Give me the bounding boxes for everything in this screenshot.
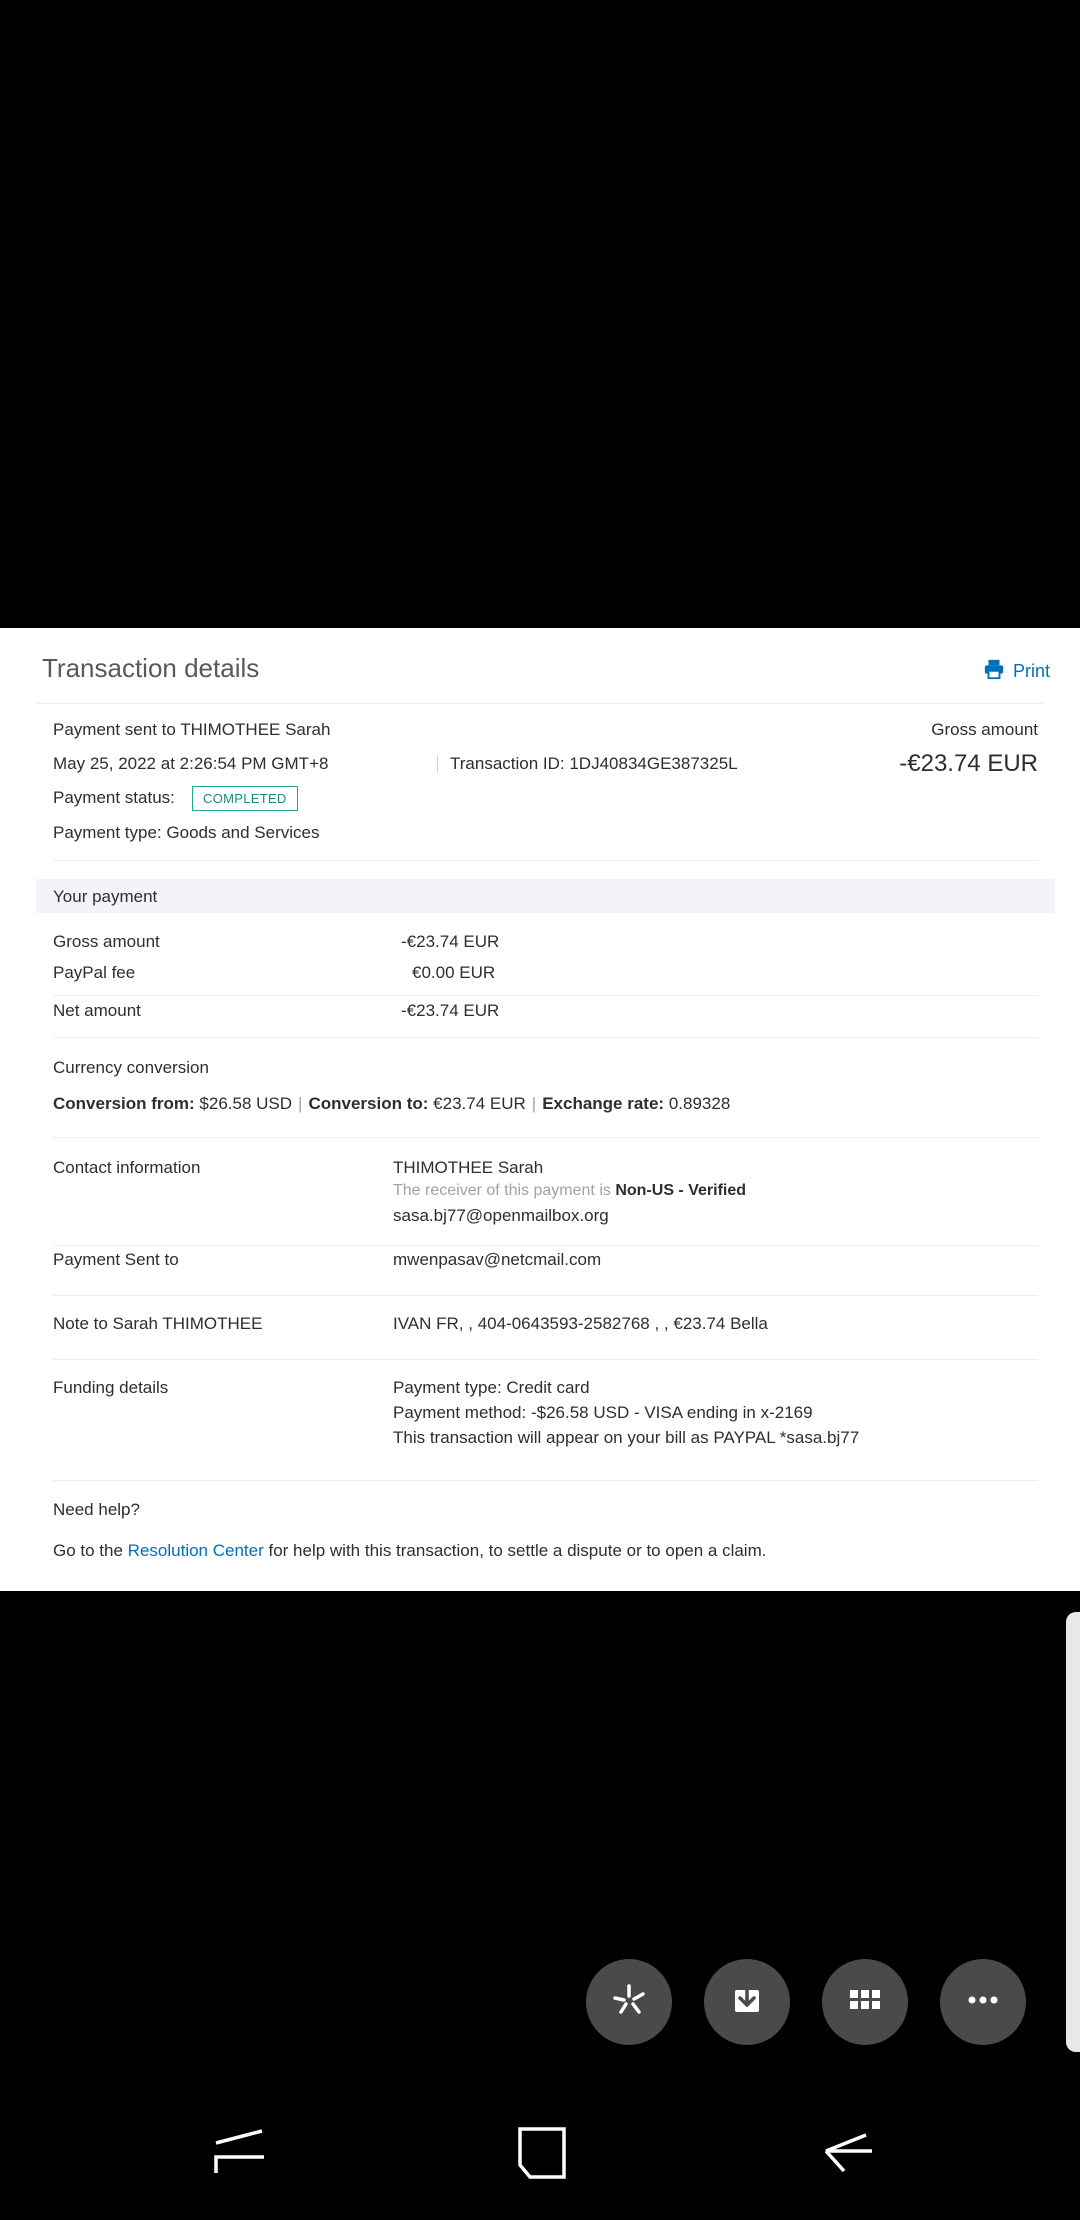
contact-email: sasa.bj77@openmailbox.org: [393, 1206, 609, 1225]
status-badge: COMPLETED: [192, 786, 298, 811]
conversion-from-value: $26.58 USD: [199, 1094, 293, 1113]
help-prefix: Go to the: [53, 1541, 123, 1560]
gross-amount-value: -€23.74 EUR: [899, 750, 1038, 777]
back-arrow-icon: [816, 2133, 876, 2189]
more-icon: [961, 1978, 1005, 2027]
funding-bill-descriptor: This transaction will appear on your bil…: [393, 1428, 860, 1447]
edge-panel-handle[interactable]: [1066, 1612, 1080, 2052]
back-button[interactable]: [816, 2115, 876, 2185]
more-button[interactable]: [940, 1959, 1026, 2045]
transaction-details-panel: Transaction details Print Payment sent t…: [0, 628, 1080, 1591]
home-button[interactable]: [510, 2115, 570, 2185]
funding-payment-method: Payment method: -$26.58 USD - VISA endin…: [393, 1403, 813, 1422]
contact-name: THIMOTHEE Sarah: [393, 1158, 544, 1177]
exchange-rate-label: Exchange rate:: [542, 1094, 665, 1113]
paypal-fee-label: PayPal fee: [53, 963, 136, 982]
payment-datetime: May 25, 2022 at 2:26:54 PM GMT+8: [53, 754, 329, 773]
note-label: Note to Sarah THIMOTHEE: [53, 1314, 263, 1333]
your-payment-heading: Your payment: [53, 887, 158, 906]
divider: [53, 1245, 1038, 1246]
home-icon: [510, 2127, 570, 2189]
contact-info-label: Contact information: [53, 1158, 201, 1177]
capture-button[interactable]: [586, 1959, 672, 2045]
funding-details-label: Funding details: [53, 1378, 169, 1397]
payment-status-label: Payment status:: [53, 788, 175, 807]
help-text: Go to the Resolution Center for help wit…: [53, 1541, 766, 1561]
recent-apps-button[interactable]: [210, 2115, 270, 2185]
help-suffix: for help with this transaction, to settl…: [268, 1541, 767, 1560]
need-help-heading: Need help?: [53, 1500, 140, 1519]
conversion-to-label: Conversion to:: [308, 1094, 429, 1113]
apps-button[interactable]: [822, 1959, 908, 2045]
net-amount-label: Net amount: [53, 1001, 141, 1020]
divider: [53, 860, 1038, 861]
header-divider: [36, 703, 1044, 704]
apps-grid-icon: [843, 1978, 887, 2027]
divider: [53, 1037, 1038, 1038]
verification-prefix: The receiver of this payment is: [393, 1182, 611, 1199]
gross-amount-label: Gross amount: [931, 720, 1038, 739]
save-button[interactable]: [704, 1959, 790, 2045]
your-payment-header: [36, 879, 1055, 913]
conversion-to-value: €23.74 EUR: [433, 1094, 526, 1113]
gross-amount-row-label: Gross amount: [53, 932, 160, 951]
note-value: IVAN FR, , 404-0643593-2582768 , , €23.7…: [393, 1314, 768, 1333]
recent-apps-icon: [210, 2129, 270, 2189]
exchange-rate-value: 0.89328: [668, 1094, 731, 1113]
currency-conversion-heading: Currency conversion: [53, 1058, 209, 1077]
payment-sent-to-label: Payment Sent to: [53, 1250, 179, 1269]
divider: [437, 755, 438, 773]
net-amount-value: -€23.74 EUR: [401, 1001, 500, 1020]
printer-icon: [983, 658, 1005, 685]
print-label: Print: [1012, 661, 1050, 681]
funding-payment-type: Payment type: Credit card: [393, 1378, 590, 1397]
gross-amount-row-value: -€23.74 EUR: [401, 932, 500, 951]
verification-line: The receiver of this payment is Non-US -…: [393, 1182, 746, 1200]
paypal-fee-value: €0.00 EUR: [412, 963, 496, 982]
divider: [53, 1137, 1038, 1138]
save-download-icon: [725, 1978, 769, 2027]
print-button[interactable]: Print: [983, 658, 1050, 685]
resolution-center-link[interactable]: Resolution Center: [128, 1541, 264, 1560]
payment-sent-to-value: mwenpasav@netcmail.com: [393, 1250, 602, 1269]
divider: [53, 995, 1038, 996]
capture-icon: [607, 1978, 651, 2027]
conversion-from-label: Conversion from:: [53, 1094, 195, 1113]
divider: [53, 1480, 1038, 1481]
transaction-id[interactable]: Transaction ID: 1DJ40834GE387325L: [450, 754, 738, 774]
verification-status: Non-US - Verified: [615, 1182, 747, 1199]
divider: [53, 1359, 1038, 1360]
panel-title: Transaction details: [42, 653, 260, 683]
payment-recipient: Payment sent to THIMOTHEE Sarah: [53, 720, 331, 739]
conversion-line: Conversion from: $26.58 USD | Conversion t…: [53, 1094, 731, 1113]
payment-type: Payment type: Goods and Services: [53, 823, 320, 842]
divider: [53, 1295, 1038, 1296]
